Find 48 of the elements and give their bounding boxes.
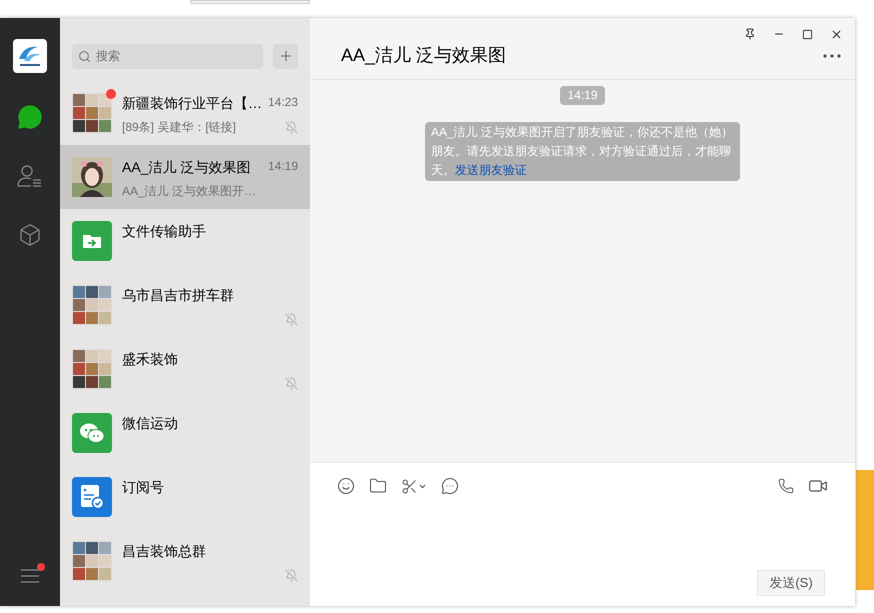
chat-name: 乌市昌吉市拼车群: [122, 286, 234, 305]
message-preview: AA_洁儿 泛与效果图开…: [122, 183, 256, 200]
chat-time: 14:23: [268, 94, 298, 111]
pin-button[interactable]: [744, 26, 756, 42]
verify-link[interactable]: 发送朋友验证: [455, 163, 527, 177]
speech-bubble-icon: [441, 477, 459, 495]
chat-item[interactable]: AA_洁儿 泛与效果图 14:19 AA_洁儿 泛与效果图开…: [60, 145, 310, 209]
chat-name: 订阅号: [122, 478, 164, 497]
chat-name: AA_洁儿 泛与效果图: [122, 158, 250, 177]
phone-button[interactable]: [778, 478, 794, 494]
chat-item[interactable]: 昌吉装饰总群: [60, 529, 310, 593]
chat-item[interactable]: 微信运动: [60, 401, 310, 465]
chat-name: 微信运动: [122, 414, 178, 433]
logo-icon: [13, 39, 47, 73]
chat-name: 新疆装饰行业平台【…: [122, 94, 262, 113]
phone-icon: [778, 478, 794, 494]
chat-item[interactable]: 乌市昌吉市拼车群: [60, 273, 310, 337]
chat-history-button[interactable]: [441, 477, 459, 495]
emoji-button[interactable]: [337, 477, 355, 495]
smiley-icon: [337, 477, 355, 495]
message-preview: [89条] 吴建华：[链接]: [122, 119, 236, 136]
more-icon: [823, 54, 841, 58]
send-button[interactable]: 发送(S): [757, 570, 825, 596]
close-icon: [830, 28, 843, 40]
chat-time: 14:19: [268, 158, 298, 175]
search-icon: [78, 50, 91, 62]
system-notice: AA_洁儿 泛与效果图开启了朋友验证，你还不是他（她）朋友。请先发送朋友验证请求，对方验证通过后，才能聊天。发送朋友验证: [425, 122, 740, 181]
chat-item[interactable]: 文件传输助手: [60, 209, 310, 273]
search-field[interactable]: 搜索: [72, 44, 263, 68]
folder-icon: [369, 477, 387, 495]
chat-item[interactable]: 订阅号: [60, 465, 310, 529]
chat-item[interactable]: 盛禾装饰: [60, 337, 310, 401]
chat-name: 盛禾装饰: [122, 350, 178, 369]
add-button[interactable]: [273, 44, 298, 68]
maximize-icon: [802, 28, 813, 40]
message-input-area[interactable]: 发送(S): [310, 462, 855, 606]
chat-name: 文件传输助手: [122, 222, 206, 241]
pin-icon: [744, 28, 756, 40]
chat-name: 昌吉装饰总群: [122, 542, 206, 561]
scissors-icon: [401, 478, 418, 494]
window-title: AA_洁儿 泛与效果图: [341, 44, 506, 67]
document-check-icon: [72, 477, 112, 517]
scissors-button[interactable]: [401, 478, 427, 494]
chat-bubbles-icon: [72, 413, 112, 453]
message-time: 14:19: [560, 86, 605, 105]
folder-button[interactable]: [369, 477, 387, 495]
chat-item[interactable]: 新疆装饰行业平台【… 14:23 [89条] 吴建华：[链接]: [60, 81, 310, 145]
more-button[interactable]: [823, 54, 841, 58]
